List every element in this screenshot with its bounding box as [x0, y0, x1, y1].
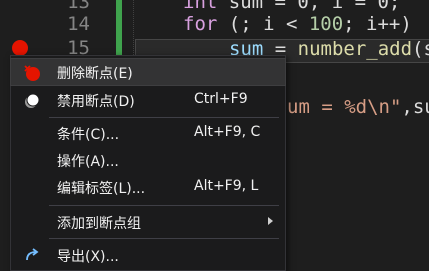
change-indicator-bar — [116, 0, 122, 55]
menu-separator — [49, 238, 279, 239]
menu-item-disable-breakpoint[interactable]: 禁用断点(D) Ctrl+F9 — [11, 87, 285, 113]
breakpoint-icon[interactable] — [12, 40, 28, 56]
menu-separator — [49, 205, 279, 206]
code-text: (; i < — [217, 13, 309, 35]
code-keyword: int — [183, 0, 218, 13]
menu-item-label: 操作(A)... — [57, 154, 119, 170]
code-text: ,su — [401, 96, 429, 118]
menu-item-label: 条件(C)... — [57, 127, 120, 143]
code-number: 100 — [308, 13, 344, 35]
code-function: number_add — [297, 38, 413, 60]
line-number-13: 13 — [67, 0, 90, 13]
menu-item-shortcut: Alt+F9, C — [194, 124, 261, 140]
menu-item-label: 添加到断点组 — [57, 216, 141, 232]
menu-item-actions[interactable]: 操作(A)... — [11, 147, 285, 173]
code-line-17[interactable]: um = %d\n",su — [287, 96, 429, 118]
menu-item-add-to-group[interactable]: 添加到断点组 — [11, 209, 285, 235]
menu-item-shortcut: Alt+F9, L — [194, 178, 259, 194]
breakpoint-disable-icon — [25, 93, 40, 108]
submenu-arrow-icon — [268, 217, 273, 225]
code-text: sum = 0, i = 0; — [217, 0, 401, 13]
code-keyword: for — [183, 13, 218, 35]
menu-item-label: 编辑标签(L)... — [57, 181, 146, 197]
line-number-14: 14 — [67, 13, 90, 35]
breakpoint-context-menu: 删除断点(E) 禁用断点(D) Ctrl+F9 条件(C)... Alt+F9,… — [10, 55, 286, 271]
code-text: (s — [412, 38, 429, 60]
code-line-13[interactable]: int sum = 0, i = 0; — [183, 0, 400, 13]
breakpoint-delete-icon — [24, 65, 40, 81]
menu-item-edit-labels[interactable]: 编辑标签(L)... Alt+F9, L — [11, 174, 285, 200]
code-string: um = %d\n" — [287, 96, 402, 118]
menu-separator — [49, 117, 279, 118]
menu-item-conditions[interactable]: 条件(C)... Alt+F9, C — [11, 120, 285, 146]
menu-item-export[interactable]: 导出(X)... — [11, 242, 285, 268]
menu-item-label: 导出(X)... — [57, 249, 119, 265]
menu-item-label: 删除断点(E) — [57, 66, 133, 82]
menu-item-delete-breakpoint[interactable]: 删除断点(E) — [10, 58, 286, 86]
code-line-14[interactable]: for (; i < 100; i++) — [183, 13, 412, 35]
code-text: ; i++) — [343, 13, 412, 35]
menu-item-shortcut: Ctrl+F9 — [194, 91, 248, 107]
export-icon — [26, 248, 39, 261]
menu-item-label: 禁用断点(D) — [57, 94, 135, 110]
